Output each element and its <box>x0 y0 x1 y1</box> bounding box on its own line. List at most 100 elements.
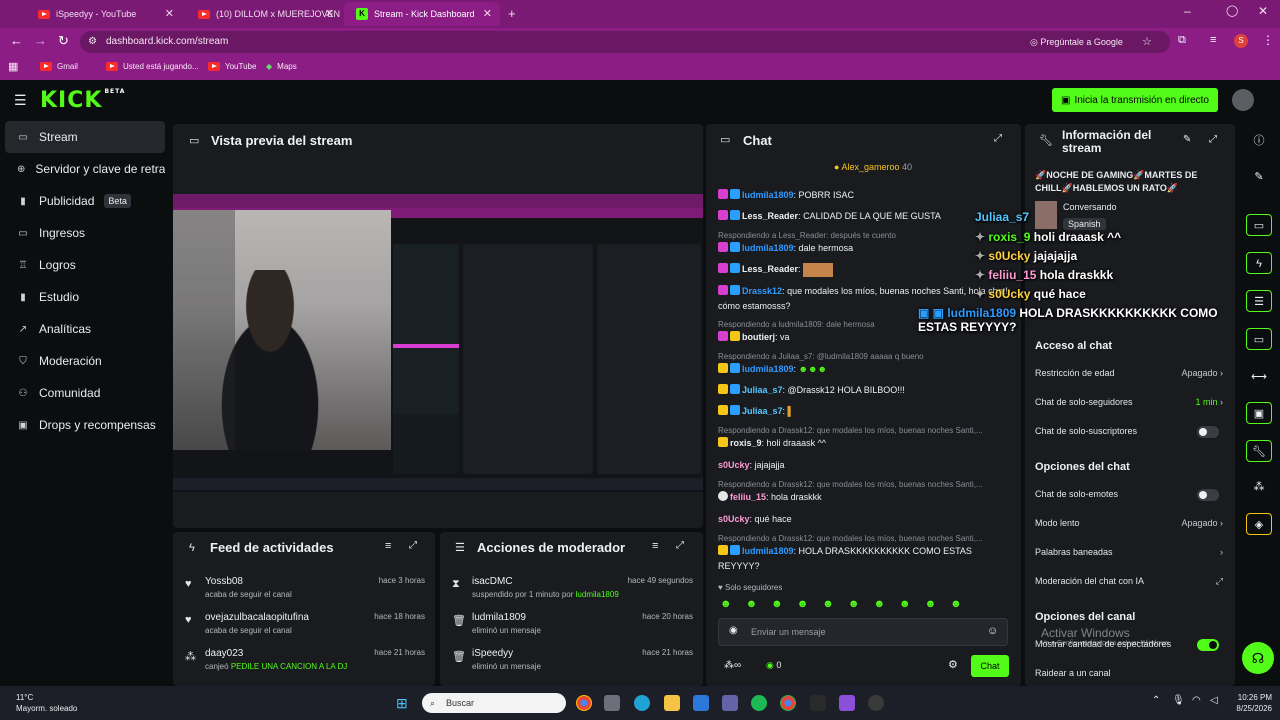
obs-taskbar-icon[interactable] <box>868 695 884 711</box>
sidebar-item-stream[interactable]: ▭ Stream <box>5 121 165 153</box>
tools-widget-icon[interactable]: 🔧︎ <box>1246 440 1272 462</box>
popout-icon[interactable]: ⤢ <box>1209 134 1217 145</box>
filter-icon[interactable]: ≡ <box>652 540 658 552</box>
forward-icon[interactable]: → <box>34 33 47 48</box>
bookmark-maps[interactable]: ◆ Maps <box>266 62 297 71</box>
kick-logo[interactable]: KICK BETA <box>40 88 125 113</box>
sidebar-item-ads[interactable]: ▮ Publicidad Beta <box>5 185 165 217</box>
app-taskbar-icon[interactable] <box>839 695 855 711</box>
files-taskbar-icon[interactable] <box>604 695 620 711</box>
wifi-icon[interactable]: ◠ <box>1192 695 1201 706</box>
filter-icon[interactable]: ≡ <box>385 540 391 552</box>
epic-taskbar-icon[interactable] <box>810 695 826 711</box>
new-tab-button[interactable]: + <box>508 6 516 21</box>
reload-icon[interactable]: ↻ <box>58 33 69 49</box>
close-tab-icon[interactable]: ✕ <box>165 7 174 20</box>
mail-taskbar-icon[interactable] <box>693 695 709 711</box>
site-info-icon[interactable]: ⚙ <box>88 31 97 53</box>
ask-google-button[interactable]: ◎ Pregúntale a Google <box>1030 31 1123 53</box>
emotes-only-row[interactable]: Chat de solo-emotes <box>1035 489 1223 505</box>
drops-widget-icon[interactable]: ▣ <box>1246 402 1272 424</box>
close-tab-icon[interactable]: ✕ <box>325 7 334 20</box>
browser-tab-3[interactable]: K Stream - Kick Dashboard ✕ <box>344 2 500 26</box>
ai-moderation-row[interactable]: Moderación del chat con IA ⤢ <box>1035 576 1223 592</box>
smiley-icon[interactable]: ☺ <box>987 625 998 637</box>
user-list-icon[interactable]: ⁂∞ <box>724 660 741 671</box>
close-tab-icon[interactable]: ✕ <box>483 7 492 20</box>
chat-settings-icon[interactable]: ⚙ <box>948 658 958 671</box>
sidebar-item-server-key[interactable]: ⊕Servidor y clave de retransmisión <box>5 153 165 185</box>
bookmark-gmail[interactable]: Gmail <box>40 62 78 71</box>
user-avatar[interactable] <box>1232 89 1254 111</box>
emote-picker-icon[interactable]: ◉ <box>729 625 738 636</box>
support-button[interactable]: ☊ <box>1242 642 1274 674</box>
sidebar-item-studio[interactable]: ▮ Estudio <box>5 281 165 313</box>
raid-channel-row[interactable]: Raidear a un canal <box>1035 668 1223 684</box>
send-chat-button[interactable]: Chat <box>971 655 1009 677</box>
activity-widget-icon[interactable]: ϟ <box>1246 252 1272 274</box>
teams-taskbar-icon[interactable] <box>722 695 738 711</box>
browser-menu-icon[interactable]: ⋮ <box>1262 33 1274 47</box>
chat-input[interactable]: ◉ Enviar un mensaje ☺ <box>718 618 1008 646</box>
edge-taskbar-icon[interactable] <box>634 695 650 711</box>
sidebar-item-drops[interactable]: ▣ Drops y recompensas <box>5 409 165 441</box>
popout-icon[interactable]: ⤢ <box>676 540 684 551</box>
back-icon[interactable]: ← <box>10 33 23 48</box>
emotes-only-toggle[interactable] <box>1197 489 1219 501</box>
banned-words-row[interactable]: Palabras baneadas › <box>1035 547 1223 563</box>
stream-video[interactable] <box>173 194 703 492</box>
chrome-taskbar-icon[interactable] <box>576 695 592 711</box>
weather-widget[interactable]: 11°C Mayorm. soleado <box>16 692 77 714</box>
trash-icon: 🗑︎ <box>452 615 466 627</box>
clock[interactable]: 10:26 PM 8/25/2026 <box>1228 692 1272 714</box>
slow-mode-row[interactable]: Modo lento Apagado › <box>1035 518 1223 534</box>
bookmark-star-icon[interactable]: ☆ <box>1142 31 1152 53</box>
volume-icon[interactable]: ◁ <box>1210 695 1218 706</box>
viewer-count-toggle[interactable] <box>1197 639 1219 651</box>
browser-tab-2[interactable]: (10) DILLOM x MUEREJOVEN ✕ <box>186 2 342 26</box>
chrome2-taskbar-icon[interactable] <box>780 695 796 711</box>
subscribers-only-toggle[interactable] <box>1197 426 1219 438</box>
community-widget-icon[interactable]: ⁂ <box>1246 476 1272 498</box>
popout-icon[interactable]: ⤢ <box>994 133 1002 144</box>
popout-icon[interactable]: ⤢ <box>409 540 417 551</box>
preview-widget-icon[interactable]: ▭ <box>1246 214 1272 236</box>
edit-pen-icon[interactable]: ✎ <box>1246 166 1272 188</box>
edit-icon[interactable]: ✎ <box>1183 134 1191 145</box>
link-widget-icon[interactable]: ⟷ <box>1246 366 1272 388</box>
url-input[interactable]: ⚙ dashboard.kick.com/stream ◎ Pregúntale… <box>80 31 1170 53</box>
sidebar-item-income[interactable]: ▭ Ingresos <box>5 217 165 249</box>
extensions-icon[interactable]: ⧉ <box>1178 34 1186 47</box>
media-icon[interactable]: ≡ <box>1210 34 1216 46</box>
bookmark-playing[interactable]: Usted está jugando... <box>106 62 199 71</box>
browser-tab-1[interactable]: iSpeedyy - YouTube ✕ <box>26 2 182 26</box>
hamburger-menu-icon[interactable]: ☰ <box>14 92 27 109</box>
explorer-taskbar-icon[interactable] <box>664 695 680 711</box>
spotify-taskbar-icon[interactable] <box>751 695 767 711</box>
trophy-icon: ♖ <box>18 259 28 271</box>
emote-bar: ☻☻☻☻☻☻☻☻☻☻ <box>720 598 976 610</box>
sidebar-item-analytics[interactable]: ↗ Analíticas <box>5 313 165 345</box>
taskbar-search[interactable]: ⌕ Buscar <box>422 693 566 713</box>
bookmark-youtube[interactable]: YouTube <box>208 62 256 71</box>
mic-icon[interactable]: 🎙︎ <box>1172 695 1185 706</box>
apps-grid-icon[interactable]: ▦ <box>8 60 18 73</box>
youtube-icon <box>106 62 118 71</box>
profile-avatar[interactable]: S <box>1234 34 1248 48</box>
close-window-icon[interactable]: ✕ <box>1258 4 1268 18</box>
info-icon[interactable]: ⓘ <box>1246 130 1272 152</box>
windows-start-icon[interactable]: ⊞ <box>396 695 408 712</box>
sidebar-item-achievements[interactable]: ♖ Logros <box>5 249 165 281</box>
maximize-icon[interactable]: ◯ <box>1226 4 1238 17</box>
points-display[interactable]: ◉ 0 <box>766 660 781 671</box>
chat-panel: ▭ Chat ⤢ ● Alex_gameroo 40 ludmila1809: … <box>706 124 1021 686</box>
subscribers-only-row[interactable]: Chat de solo-suscriptores <box>1035 426 1223 442</box>
rewards-widget-icon[interactable]: ◈ <box>1246 513 1272 535</box>
sidebar-item-community[interactable]: ⚇ Comunidad <box>5 377 165 409</box>
sidebar-item-moderation[interactable]: ⛉ Moderación <box>5 345 165 377</box>
followers-only-row[interactable]: Chat de solo-seguidores 1 min › <box>1035 397 1223 413</box>
minimize-icon[interactable]: – <box>1184 4 1191 18</box>
go-live-button[interactable]: ▣ Inicia la transmisión en directo <box>1052 88 1218 112</box>
tray-chevron-icon[interactable]: ⌃ <box>1152 695 1160 706</box>
age-restriction-row[interactable]: Restricción de edad Apagado › <box>1035 368 1223 384</box>
